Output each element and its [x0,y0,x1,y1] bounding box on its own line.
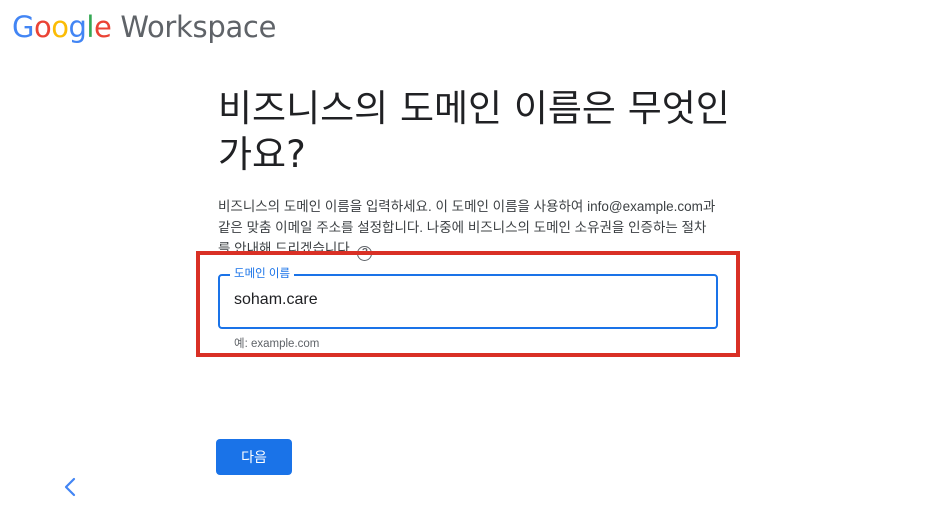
google-workspace-logo: Google Workspace [12,10,276,44]
domain-name-input[interactable] [234,291,704,309]
chevron-left-icon[interactable] [62,476,80,498]
workspace-wordmark: Workspace [120,10,277,44]
domain-name-label: 도메인 이름 [230,267,295,281]
next-button[interactable]: 다음 [216,439,292,475]
page-title: 비즈니스의 도메인 이름은 무엇인가요? [218,87,730,176]
google-wordmark: Google [12,10,112,44]
domain-name-field[interactable]: 도메인 이름 [218,267,718,329]
domain-helper-text: 예: example.com [234,338,320,350]
description-text: 비즈니스의 도메인 이름을 입력하세요. 이 도메인 이름을 사용하여 info… [218,199,716,256]
